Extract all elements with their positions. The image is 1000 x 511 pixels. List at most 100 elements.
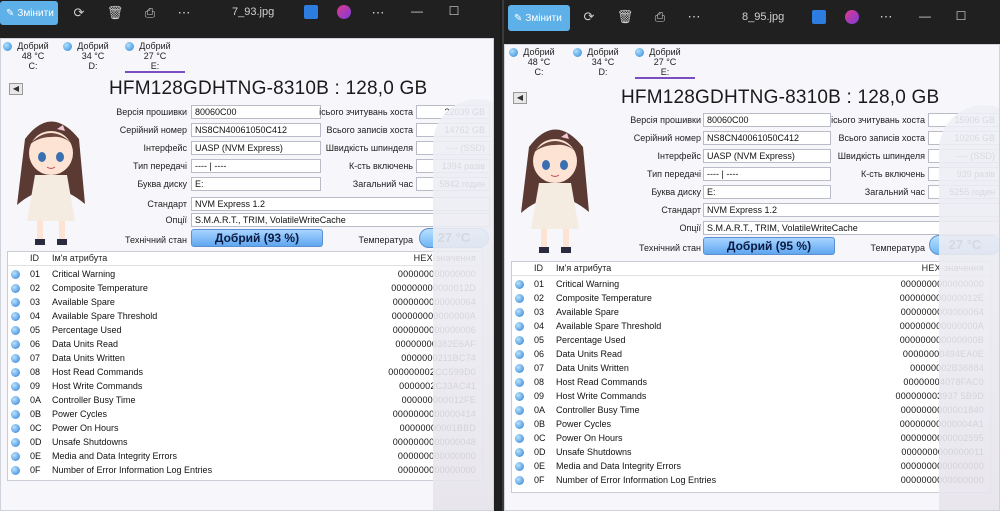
attribute-hex: 000000000000000	[397, 269, 476, 279]
table-row[interactable]: 0B Power Cycles 0000000000000414	[8, 408, 482, 422]
edit-button[interactable]: ✎ Змінити	[0, 1, 58, 25]
rotate-icon[interactable]: ⟳	[580, 8, 598, 26]
table-row[interactable]: 03 Available Spare 0000000000000064	[512, 306, 990, 320]
table-row[interactable]: 03 Available Spare 0000000000000064	[8, 296, 482, 310]
table-row[interactable]: 04 Available Spare Threshold 0000000000000…	[8, 310, 482, 324]
attribute-hex: 00000000494EA0E	[902, 349, 984, 359]
more-icon[interactable]: ⋯	[685, 8, 703, 26]
table-row[interactable]: 07 Data Units Written 00000002B36884	[512, 362, 990, 376]
transfer-label: Тип передачі	[133, 161, 187, 171]
rotate-icon[interactable]: ⟳	[70, 4, 88, 22]
file-name: 8_95.jpg	[742, 11, 785, 23]
attribute-id: 02	[534, 293, 545, 303]
status-dot-icon	[515, 406, 524, 415]
minimize-icon[interactable]: —	[408, 4, 426, 18]
drive-tab-c[interactable]: Добрий 48 °C C:	[509, 47, 569, 77]
attribute-name: Host Write Commands	[52, 381, 143, 391]
attribute-hex: 0000000000000414	[392, 409, 476, 419]
table-row[interactable]: 0D Unsafe Shutdowns 0000000000000048	[8, 436, 482, 450]
transfer-label: Тип передачі	[647, 169, 701, 179]
table-row[interactable]: 05 Percentage Used 0000000000000006	[8, 324, 482, 338]
paint-icon[interactable]	[304, 5, 318, 19]
edit-button[interactable]: ✎ Змінити	[508, 5, 570, 31]
table-row[interactable]: 0F Number of Error Information Log Entrie…	[8, 464, 482, 478]
table-row[interactable]: 0F Number of Error Information Log Entrie…	[512, 474, 990, 488]
transfer-value: ---- | ----	[703, 167, 831, 181]
table-row[interactable]: 09 Host Write Commands 0000002C33AC41	[8, 380, 482, 394]
table-row[interactable]: 06 Data Units Read 00000000382E6AF	[8, 338, 482, 352]
table-row[interactable]: 09 Host Write Commands 000000003937 5B9D	[512, 390, 990, 404]
firmware-value: 80060C00	[191, 105, 321, 119]
mascot-image	[521, 129, 589, 253]
table-row[interactable]: 0D Unsafe Shutdowns 0000000000000011	[512, 446, 990, 460]
drive-tab-e[interactable]: Добрий 27 °C E:	[125, 41, 185, 73]
drive-tab-d[interactable]: Добрий 34 °C D:	[63, 41, 123, 71]
attribute-name: Power On Hours	[52, 423, 119, 433]
delete-icon[interactable]: 🗑	[616, 8, 634, 26]
table-row[interactable]: 06 Data Units Read 00000000494EA0E	[512, 348, 990, 362]
drive-temp: 27 °C	[143, 51, 167, 61]
table-row[interactable]: 02 Composite Temperature 000000000000012D	[8, 282, 482, 296]
drive-tab-c[interactable]: Добрий 48 °C C:	[3, 41, 63, 71]
attribute-name: Host Write Commands	[556, 391, 647, 401]
col-name: Ім'я атрибута	[52, 253, 108, 263]
status-dot-icon	[515, 308, 524, 317]
more-options-icon[interactable]: ⋯	[369, 4, 387, 22]
health-status-badge[interactable]: Добрий (95 %)	[703, 237, 835, 255]
drive-status-icon	[509, 48, 518, 57]
temperature-badge[interactable]: 27 °C	[929, 235, 999, 255]
table-row[interactable]: 04 Available Spare Threshold 0000000000000…	[512, 320, 990, 334]
more-options-icon[interactable]: ⋯	[877, 8, 895, 26]
prev-disk-button[interactable]: ◀	[513, 92, 527, 104]
attribute-name: Unsafe Shutdowns	[52, 437, 128, 447]
health-label: Технічний стан	[125, 235, 187, 245]
drive-tab-d[interactable]: Добрий 34 °C D:	[573, 47, 633, 77]
table-row[interactable]: 0A Controller Busy Time 000000000012FE	[8, 394, 482, 408]
attribute-id: 04	[30, 311, 41, 321]
temperature-badge[interactable]: 27 °C	[419, 228, 489, 248]
table-row[interactable]: 01 Critical Warning 000000000000000	[8, 268, 482, 282]
designer-icon[interactable]	[337, 5, 351, 19]
status-dot-icon	[11, 466, 20, 475]
table-row[interactable]: 0A Controller Busy Time 0000000000001840	[512, 404, 990, 418]
temperature-label: Температура	[870, 243, 925, 253]
edit-icon: ✎	[6, 7, 15, 19]
status-dot-icon	[11, 326, 20, 335]
status-dot-icon	[515, 420, 524, 429]
smart-table: ID Ім'я атрибута HEX-значення 01 Critical…	[7, 251, 483, 481]
designer-icon[interactable]	[845, 10, 859, 24]
paint-icon[interactable]	[812, 10, 826, 24]
print-icon[interactable]: ⎙	[651, 8, 669, 26]
table-row[interactable]: 0C Power On Hours 0000000000002595	[512, 432, 990, 446]
more-icon[interactable]: ⋯	[175, 4, 193, 22]
table-row[interactable]: 02 Composite Temperature 000000000000012E	[512, 292, 990, 306]
minimize-icon[interactable]: —	[916, 9, 934, 23]
health-status-badge[interactable]: Добрий (93 %)	[191, 229, 323, 247]
attribute-id: 04	[534, 321, 545, 331]
firmware-value: 80060C00	[703, 113, 831, 127]
prev-disk-button[interactable]: ◀	[9, 83, 23, 95]
table-row[interactable]: 08 Host Read Commands 000000002CC599D0	[8, 366, 482, 380]
attribute-hex: 00000000382E6AF	[395, 339, 476, 349]
table-row[interactable]: 0E Media and Data Integrity Errors 0000000…	[512, 460, 990, 474]
attribute-hex: 0000000000000064	[392, 297, 476, 307]
maximize-icon[interactable]: ☐	[445, 4, 463, 18]
smart-table-header: ID Ім'я атрибута HEX-значення	[512, 262, 990, 276]
firmware-label: Версія прошивки	[630, 115, 701, 125]
table-row[interactable]: 08 Host Read Commands 00000004078FAC0	[512, 376, 990, 390]
table-row[interactable]: 0B Power Cycles 00000000000004A1	[512, 418, 990, 432]
drive-status-icon	[3, 42, 12, 51]
status-dot-icon	[515, 448, 524, 457]
drive-tab-e[interactable]: Добрий 27 °C E:	[635, 47, 695, 79]
table-row[interactable]: 07 Data Units Written 0000000211BC74	[8, 352, 482, 366]
attribute-hex: 000000000012FE	[401, 395, 476, 405]
table-row[interactable]: 0C Power On Hours 00000000001BBD	[8, 422, 482, 436]
print-icon[interactable]: ⎙	[141, 4, 159, 22]
table-row[interactable]: 01 Critical Warning 0000000000000000	[512, 278, 990, 292]
table-row[interactable]: 05 Percentage Used 000000000000000B	[512, 334, 990, 348]
delete-icon[interactable]: 🗑	[106, 4, 124, 22]
table-row[interactable]: 0E Media and Data Integrity Errors 0000000…	[8, 450, 482, 464]
attribute-name: Unsafe Shutdowns	[556, 447, 632, 457]
maximize-icon[interactable]: ☐	[952, 9, 970, 23]
rotation-label: Швидкість шпинделя	[837, 151, 925, 161]
